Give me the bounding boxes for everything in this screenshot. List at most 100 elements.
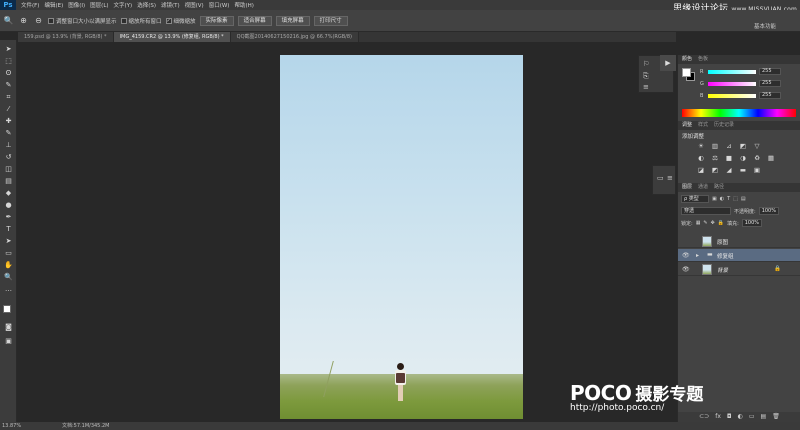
zoom-level[interactable]: 13.87% (2, 422, 21, 430)
dodge-tool-icon[interactable]: ● (3, 200, 14, 210)
adjustment-icon[interactable]: ☀ (696, 142, 706, 151)
paragraph-icon[interactable]: ≡ (667, 174, 673, 182)
group-expand-icon[interactable]: ▸ (696, 252, 699, 259)
checkbox-box[interactable] (48, 17, 54, 24)
workspace-switcher[interactable]: 基本功能 (754, 22, 776, 30)
tab-document-3[interactable]: QQ截图20140627150216.jpg @ 66.7%(RGB/8) (230, 32, 359, 42)
menu-edit[interactable]: 编辑(E) (44, 1, 63, 9)
adjustment-icon[interactable]: ◩ (738, 142, 748, 151)
zoom-tool-icon[interactable]: 🔍 (3, 272, 14, 282)
gradient-tool-icon[interactable]: ▤ (3, 176, 14, 186)
blue-slider[interactable] (708, 93, 756, 98)
checkbox-box[interactable] (120, 17, 127, 24)
lasso-tool-icon[interactable]: ʘ (3, 68, 14, 78)
print-size-button[interactable]: 打印尺寸 (313, 15, 348, 26)
tab-layers[interactable]: 图层 (682, 183, 692, 192)
resize-windows-checkbox[interactable]: 调整窗口大小以满屏显示 (48, 17, 117, 25)
layer-name[interactable]: 背景 (717, 266, 728, 274)
layer-style-icon[interactable]: fx (715, 412, 721, 422)
document-canvas[interactable] (280, 55, 523, 419)
tab-history[interactable]: 历史记录 (714, 121, 734, 130)
eraser-tool-icon[interactable]: ◫ (3, 164, 14, 174)
adjustment-icon[interactable]: ▬ (738, 166, 748, 175)
tab-adjustments[interactable]: 调整 (682, 121, 692, 130)
menu-layer[interactable]: 图层(L) (90, 1, 108, 9)
type-tool-icon[interactable]: T (3, 224, 14, 234)
lock-paint-icon[interactable]: ✎ (703, 220, 707, 226)
adjustment-icon[interactable]: ▣ (752, 166, 762, 175)
scrubby-zoom-checkbox[interactable]: ✓ 细微缩放 (165, 17, 196, 25)
tab-document-1[interactable]: 159.psd @ 13.9% (背景, RGB/8) * (18, 32, 114, 42)
brush-tool-icon[interactable]: ✎ (3, 128, 14, 138)
adjustment-icon[interactable]: ◢ (724, 166, 734, 175)
lock-position-icon[interactable]: ✥ (711, 220, 715, 226)
tab-paths[interactable]: 路径 (714, 183, 724, 192)
filter-shape-icon[interactable]: ⬚ (733, 196, 738, 202)
layer-row-background[interactable]: 👁 背景 🔒 (678, 263, 800, 276)
path-select-tool-icon[interactable]: ➤ (3, 236, 14, 246)
adjustment-icon[interactable]: ⊿ (724, 142, 734, 151)
adjustment-icon[interactable]: ▽ (752, 142, 762, 151)
tab-channels[interactable]: 通道 (698, 183, 708, 192)
checkbox-box[interactable]: ✓ (165, 17, 172, 24)
lock-all-icon[interactable]: 🔒 (718, 220, 724, 226)
properties-icon[interactable]: ≡ (643, 83, 649, 91)
brush-preset-icon[interactable]: ⚐ (643, 60, 649, 68)
menu-filter[interactable]: 滤镜(T) (161, 1, 180, 9)
zoom-all-checkbox[interactable]: 缩放所有窗口 (120, 17, 162, 25)
healing-tool-icon[interactable]: ✚ (3, 116, 14, 126)
link-layers-icon[interactable]: ⊂⊃ (699, 412, 709, 422)
fit-screen-button[interactable]: 适合屏幕 (237, 15, 272, 26)
actual-pixels-button[interactable]: 实际像素 (199, 15, 234, 26)
tab-styles[interactable]: 样式 (698, 121, 708, 130)
red-value-input[interactable]: 255 (759, 68, 781, 75)
visibility-eye-icon[interactable]: 👁 (682, 252, 690, 259)
info-icon[interactable]: ▭ (657, 174, 664, 182)
history-brush-tool-icon[interactable]: ↺ (3, 152, 14, 162)
hand-tool-icon[interactable]: ✋ (3, 260, 14, 270)
menu-image[interactable]: 图像(I) (68, 1, 85, 9)
layer-name[interactable]: 修复组 (717, 252, 734, 260)
adjustment-icon[interactable]: ♻ (752, 154, 762, 163)
layer-row-repair-group[interactable]: 👁 ▸ ▬ 修复组 (678, 249, 800, 262)
pen-tool-icon[interactable]: ✒ (3, 212, 14, 222)
adjustment-icon[interactable]: ■ (724, 154, 734, 163)
adjustment-icon[interactable]: ◩ (710, 166, 720, 175)
more-tools-icon[interactable]: … (3, 284, 14, 294)
adjustment-icon[interactable]: ▦ (766, 154, 776, 163)
visibility-eye-icon[interactable]: 👁 (682, 266, 690, 273)
quick-select-tool-icon[interactable]: ✎ (3, 80, 14, 90)
adjustment-icon[interactable]: ◑ (738, 154, 748, 163)
adjustment-icon[interactable]: ◐ (696, 154, 706, 163)
add-mask-icon[interactable]: ◘ (727, 412, 732, 422)
screen-mode-icon[interactable]: ▣ (3, 336, 14, 346)
new-group-icon[interactable]: ▭ (749, 412, 755, 422)
color-spectrum[interactable] (682, 109, 796, 117)
collapse-panels-icon[interactable]: ▶ (660, 55, 676, 71)
lock-pixels-icon[interactable]: ▦ (696, 220, 701, 226)
quick-mask-icon[interactable]: ◙ (3, 322, 14, 332)
adjustment-icon[interactable]: ▥ (710, 142, 720, 151)
adjustment-icon[interactable] (766, 142, 776, 151)
move-tool-icon[interactable]: ➤ (3, 44, 14, 54)
layer-name[interactable]: 原图 (717, 238, 728, 246)
filter-smart-icon[interactable]: ▤ (741, 196, 746, 202)
layer-row-original[interactable]: 原图 (678, 235, 800, 248)
stamp-tool-icon[interactable]: ⊥ (3, 140, 14, 150)
blue-value-input[interactable]: 255 (759, 92, 781, 99)
filter-pixel-icon[interactable]: ▣ (712, 196, 717, 202)
adjustment-icon[interactable] (766, 166, 776, 175)
menu-type[interactable]: 文字(Y) (114, 1, 133, 9)
menu-select[interactable]: 选择(S) (137, 1, 156, 9)
zoom-tool-icon[interactable]: 🔍 (3, 15, 14, 26)
blend-mode-select[interactable]: 穿透 (681, 207, 731, 215)
eyedropper-tool-icon[interactable]: ⁄ (3, 104, 14, 114)
green-value-input[interactable]: 255 (759, 80, 781, 87)
shape-tool-icon[interactable]: ▭ (3, 248, 14, 258)
opacity-input[interactable]: 100% (758, 207, 779, 215)
foreground-color-swatch[interactable] (3, 305, 11, 313)
delete-layer-icon[interactable]: 🗑 (772, 412, 780, 422)
fill-screen-button[interactable]: 填充屏幕 (275, 15, 310, 26)
zoom-in-icon[interactable]: ⊕ (18, 15, 29, 26)
marquee-tool-icon[interactable]: ⬚ (3, 56, 14, 66)
